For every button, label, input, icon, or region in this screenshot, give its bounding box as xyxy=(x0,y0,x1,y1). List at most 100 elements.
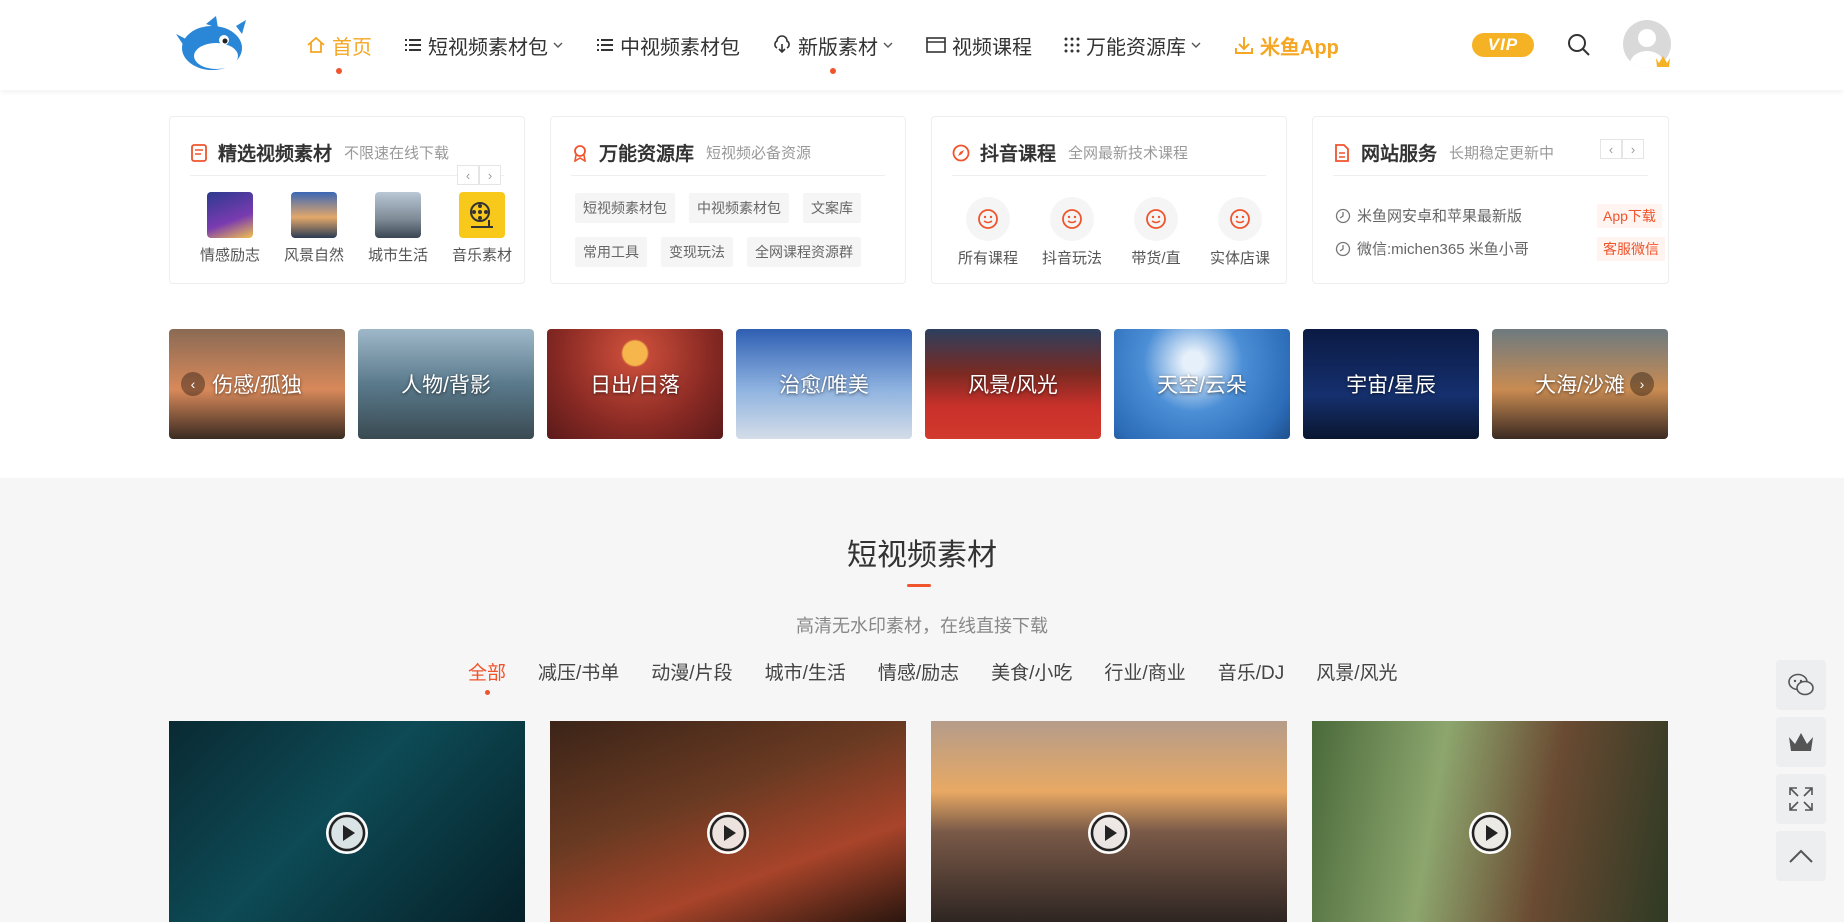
carousel-next-icon[interactable]: › xyxy=(1630,372,1654,396)
prev-arrow-icon[interactable]: ‹ xyxy=(1600,139,1622,159)
nav-item-mid-video-pack[interactable]: 中视频素材包 xyxy=(596,0,740,90)
filter-tab[interactable]: 风景/风光 xyxy=(1316,658,1397,685)
crown-icon xyxy=(1655,54,1671,68)
nav-item-app[interactable]: 米鱼App xyxy=(1234,0,1339,90)
tile-label: 大海/沙滩 xyxy=(1535,374,1625,397)
filter-tab[interactable]: 行业/商业 xyxy=(1104,658,1185,685)
play-icon[interactable] xyxy=(705,810,751,856)
video-card[interactable] xyxy=(1312,721,1668,922)
category-tile[interactable]: 天空/云朵 xyxy=(1114,329,1290,439)
resource-tag[interactable]: 变现玩法 xyxy=(661,237,733,267)
nav-item-video-course[interactable]: 视频课程 xyxy=(926,0,1032,90)
course-douyin-play[interactable]: 抖音玩法 xyxy=(1030,197,1114,268)
document-icon xyxy=(190,143,208,162)
home-icon xyxy=(306,35,326,55)
category-tile[interactable]: 宇宙/星辰 xyxy=(1303,329,1479,439)
active-dot xyxy=(485,690,490,695)
back-to-top-icon[interactable] xyxy=(1776,831,1826,881)
app-download-link[interactable]: App下载 xyxy=(1597,203,1662,228)
search-icon[interactable] xyxy=(1566,32,1592,58)
service-card: 网站服务 长期稳定更新中 ‹ › 米鱼网安卓和苹果最新版 App下载 微信:mi… xyxy=(1312,116,1669,284)
category-label: 风景自然 xyxy=(283,247,344,264)
video-card[interactable] xyxy=(169,721,525,922)
filter-tab[interactable]: 全部 xyxy=(468,658,507,695)
compass-icon xyxy=(952,144,970,162)
course-all[interactable]: 所有课程 xyxy=(946,197,1030,268)
card-subtitle: 不限速在线下载 xyxy=(344,145,450,162)
nav-item-new-material[interactable]: 新版素材 xyxy=(772,0,894,90)
card-title: 网站服务 xyxy=(1361,144,1438,165)
fullscreen-icon[interactable] xyxy=(1776,774,1826,824)
tile-label: 日出/日落 xyxy=(590,374,680,397)
file-text-icon xyxy=(1333,143,1351,162)
nav-item-home[interactable]: 首页 xyxy=(306,0,372,90)
tile-label: 风景/风光 xyxy=(968,374,1058,397)
vip-badge[interactable]: VIP xyxy=(1472,33,1534,57)
next-arrow-icon[interactable]: › xyxy=(479,165,501,185)
nav-item-short-video-pack[interactable]: 短视频素材包 xyxy=(404,0,564,90)
smile-icon xyxy=(1050,197,1094,241)
site-logo[interactable] xyxy=(176,16,248,74)
course-label: 抖音玩法 xyxy=(1041,250,1102,267)
course-label: 带货/直 xyxy=(1131,250,1181,267)
category-city[interactable]: 城市生活 xyxy=(356,192,440,265)
card-title: 精选视频素材 xyxy=(218,144,333,165)
smile-icon xyxy=(966,197,1010,241)
play-icon[interactable] xyxy=(1467,810,1513,856)
filter-tab[interactable]: 动漫/片段 xyxy=(651,658,732,685)
category-tile[interactable]: 人物/背影 xyxy=(358,329,534,439)
crown-icon[interactable] xyxy=(1776,717,1826,767)
play-icon[interactable] xyxy=(324,810,370,856)
video-card[interactable] xyxy=(550,721,906,922)
carousel-prev-icon[interactable]: ‹ xyxy=(181,372,205,396)
resource-tag[interactable]: 常用工具 xyxy=(575,237,647,267)
tile-label: 伤感/孤独 xyxy=(212,374,302,397)
resource-card: 万能资源库 短视频必备资源 短视频素材包 中视频素材包 文案库 常用工具 变现玩… xyxy=(550,116,906,284)
next-arrow-icon[interactable]: › xyxy=(1622,139,1644,159)
cloud-download-icon xyxy=(772,35,792,55)
clock-icon xyxy=(1335,241,1351,257)
course-live-sales[interactable]: 带货/直 xyxy=(1114,197,1198,268)
nav-item-resource-library[interactable]: 万能资源库 xyxy=(1064,0,1202,90)
course-store[interactable]: 实体店课 xyxy=(1198,197,1282,268)
wechat-icon[interactable] xyxy=(1776,660,1826,710)
category-tile[interactable]: 风景/风光 xyxy=(925,329,1101,439)
divider xyxy=(571,175,885,176)
category-tile[interactable]: 治愈/唯美 xyxy=(736,329,912,439)
filter-tab[interactable]: 减压/书单 xyxy=(538,658,619,685)
list-icon xyxy=(596,36,614,54)
chevron-down-icon xyxy=(1190,39,1202,51)
card-title: 抖音课程 xyxy=(980,144,1057,165)
filter-label: 全部 xyxy=(468,663,507,684)
play-icon[interactable] xyxy=(1086,810,1132,856)
filter-tab[interactable]: 情感/励志 xyxy=(878,658,959,685)
course-label: 实体店课 xyxy=(1209,250,1270,267)
resource-tag[interactable]: 中视频素材包 xyxy=(689,193,789,223)
filter-tab[interactable]: 音乐/DJ xyxy=(1218,658,1285,685)
card-subtitle: 长期稳定更新中 xyxy=(1449,145,1555,162)
active-dot xyxy=(336,68,342,74)
category-music[interactable]: 音乐素材 xyxy=(440,192,524,265)
filter-tab[interactable]: 城市/生活 xyxy=(765,658,846,685)
chevron-down-icon xyxy=(552,39,564,51)
resource-tag[interactable]: 文案库 xyxy=(803,193,861,223)
category-emotion[interactable]: 情感励志 xyxy=(188,192,272,265)
resource-tag[interactable]: 短视频素材包 xyxy=(575,193,675,223)
divider xyxy=(952,175,1266,176)
prev-arrow-icon[interactable]: ‹ xyxy=(457,165,479,185)
course-label: 所有课程 xyxy=(957,250,1018,267)
category-tile[interactable]: 日出/日落 xyxy=(547,329,723,439)
category-carousel: 伤感/孤独 人物/背影 日出/日落 治愈/唯美 风景/风光 天空/云朵 宇宙/星… xyxy=(169,329,1668,439)
short-video-section: 短视频素材 高清无水印素材，在线直接下载 全部 减压/书单 动漫/片段 城市/生… xyxy=(0,478,1844,922)
category-scenery[interactable]: 风景自然 xyxy=(272,192,356,265)
resource-tag[interactable]: 全网课程资源群 xyxy=(747,237,861,267)
service-row: 米鱼网安卓和苹果最新版 App下载 xyxy=(1335,203,1665,228)
filter-tab[interactable]: 美食/小吃 xyxy=(991,658,1072,685)
section-title: 短视频素材 xyxy=(847,539,997,572)
nav-label: 新版素材 xyxy=(798,36,878,59)
douyin-course-card: 抖音课程 全网最新技术课程 所有课程 抖音玩法 带货/直 实体店课 xyxy=(931,116,1287,284)
video-card[interactable] xyxy=(931,721,1287,922)
category-thumbnail xyxy=(207,192,253,238)
film-reel-icon xyxy=(459,192,505,238)
support-wechat-link[interactable]: 客服微信 xyxy=(1597,236,1665,261)
